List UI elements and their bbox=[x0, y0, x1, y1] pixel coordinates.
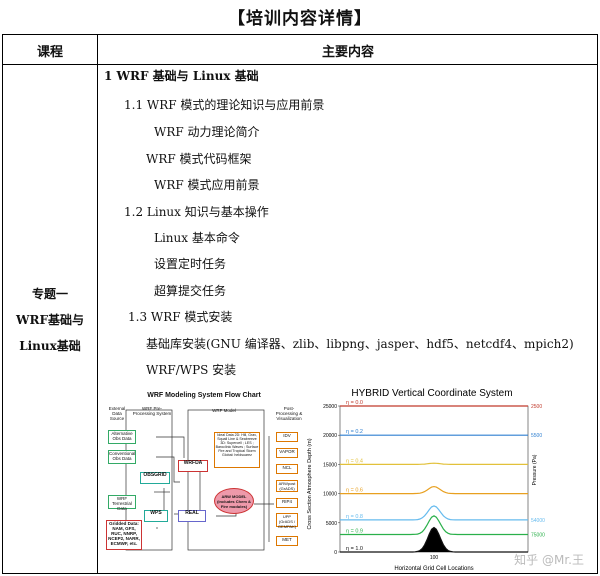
flow-box: VAPOR bbox=[276, 448, 298, 458]
flow-box: Ideal Data 2D: Hill, Grav, Squall Line &… bbox=[214, 432, 260, 468]
series-line bbox=[340, 485, 528, 495]
series-label: η = 0.4 bbox=[346, 458, 363, 464]
header-course: 课程 bbox=[36, 45, 63, 60]
flow-box: ARWpost (GrADS) bbox=[276, 480, 298, 492]
flow-box: NCL bbox=[276, 464, 298, 474]
content-line: WRF/WPS 安装 bbox=[146, 363, 237, 377]
right-tick-label: 5500 bbox=[531, 433, 542, 439]
series-label: η = 0.0 bbox=[346, 400, 363, 406]
y-tick-label: 15000 bbox=[323, 462, 337, 468]
chart-title: HYBRID Vertical Coordinate System bbox=[351, 388, 512, 399]
x-axis-label: Horizontal Grid Cell Locations bbox=[394, 566, 473, 572]
right-tick-label: 54000 bbox=[531, 518, 545, 524]
series-label: η = 0.9 bbox=[346, 528, 363, 534]
content-line: 1 WRF 基础与 Linux 基础 bbox=[104, 69, 259, 83]
flow-col-label: Post-Processing & Visualization bbox=[275, 406, 303, 421]
flow-box: Gridded Data: NAM, GFS, RUC, NNRP, NCEP2… bbox=[106, 520, 142, 550]
series-label: η = 0.2 bbox=[346, 429, 363, 435]
flow-box: ARW MODEL (includes Chem & Fire modules) bbox=[214, 488, 254, 514]
right-tick-label: 75000 bbox=[531, 532, 545, 538]
x-tick-label: 100 bbox=[430, 555, 439, 561]
content-line: WRF 模式代码框架 bbox=[146, 152, 252, 166]
flow-box: Conventional Obs Data bbox=[108, 450, 136, 464]
header-content: 主要内容 bbox=[321, 45, 374, 60]
content-line: 1.1 WRF 模式的理论知识与应用前景 bbox=[124, 98, 325, 112]
course-line: 专题一 bbox=[31, 287, 68, 301]
flow-box: OBSGRID bbox=[140, 472, 170, 484]
y-tick-label: 25000 bbox=[323, 404, 337, 410]
hybrid-chart-svg: HYBRID Vertical Coordinate System Horizo… bbox=[307, 388, 545, 572]
content-line: 1.3 WRF 模式安装 bbox=[128, 310, 233, 324]
terrain-fill bbox=[340, 527, 528, 552]
flow-box: MET bbox=[276, 536, 298, 546]
y-tick-label: 20000 bbox=[323, 433, 337, 439]
content-line: Linux 基本命令 bbox=[154, 231, 240, 245]
flow-box: RIP4 bbox=[276, 498, 298, 508]
page-title: 【培训内容详情】 bbox=[228, 9, 372, 29]
y-tick-label: 0 bbox=[334, 550, 337, 556]
wrf-flow-chart: WRF Modeling System Flow Chart External … bbox=[104, 392, 304, 552]
content-line: WRF 模式应用前景 bbox=[154, 178, 260, 192]
course-line: Linux基础 bbox=[19, 339, 81, 353]
series-line bbox=[340, 505, 528, 521]
right-axis-label: Pressure (Pa) bbox=[532, 454, 538, 485]
content-line: 基础库安装(GNU 编译器、zlib、libpng、jasper、hdf5、ne… bbox=[146, 337, 574, 351]
watermark: 知乎 @Mr.王 bbox=[514, 553, 584, 567]
right-tick-label: 2500 bbox=[531, 404, 542, 410]
content-line: 1.2 Linux 知识与基本操作 bbox=[124, 205, 269, 219]
course-line: WRF基础与 bbox=[16, 313, 84, 327]
flow-box: Alternative Obs Data bbox=[108, 430, 136, 444]
hybrid-coordinate-chart: HYBRID Vertical Coordinate System Horizo… bbox=[302, 384, 560, 572]
y-tick-label: 10000 bbox=[323, 492, 337, 498]
flow-col-label: WRF Model bbox=[212, 408, 236, 413]
column-divider bbox=[97, 35, 98, 573]
flow-box: WPS bbox=[144, 510, 168, 522]
course-name: 专题一 WRF基础与 Linux基础 bbox=[3, 281, 97, 359]
flow-box: UPP (GrADS / GEMPAK) bbox=[276, 513, 298, 529]
series-label: η = 1.0 bbox=[346, 546, 363, 552]
flow-box: WRF Terrestrial Data bbox=[108, 495, 136, 511]
flow-col-label: WRF Pre-Processing System bbox=[132, 406, 172, 416]
flow-col-label: External Data Source bbox=[108, 406, 126, 421]
flow-box: REAL bbox=[178, 510, 206, 522]
content-line: 超算提交任务 bbox=[154, 284, 227, 298]
series-label: η = 0.6 bbox=[346, 488, 363, 494]
y-tick-label: 5000 bbox=[326, 521, 337, 527]
content-line: 设置定时任务 bbox=[154, 257, 227, 271]
flow-box: IDV bbox=[276, 432, 298, 442]
y-axis-label: Cross Section Atmosphere Depth (m) bbox=[307, 438, 313, 529]
series-label: η = 0.8 bbox=[346, 514, 363, 520]
content-line: WRF 动力理论简介 bbox=[154, 125, 260, 139]
series-line bbox=[340, 462, 528, 465]
flow-box: WRFDA bbox=[178, 460, 208, 472]
